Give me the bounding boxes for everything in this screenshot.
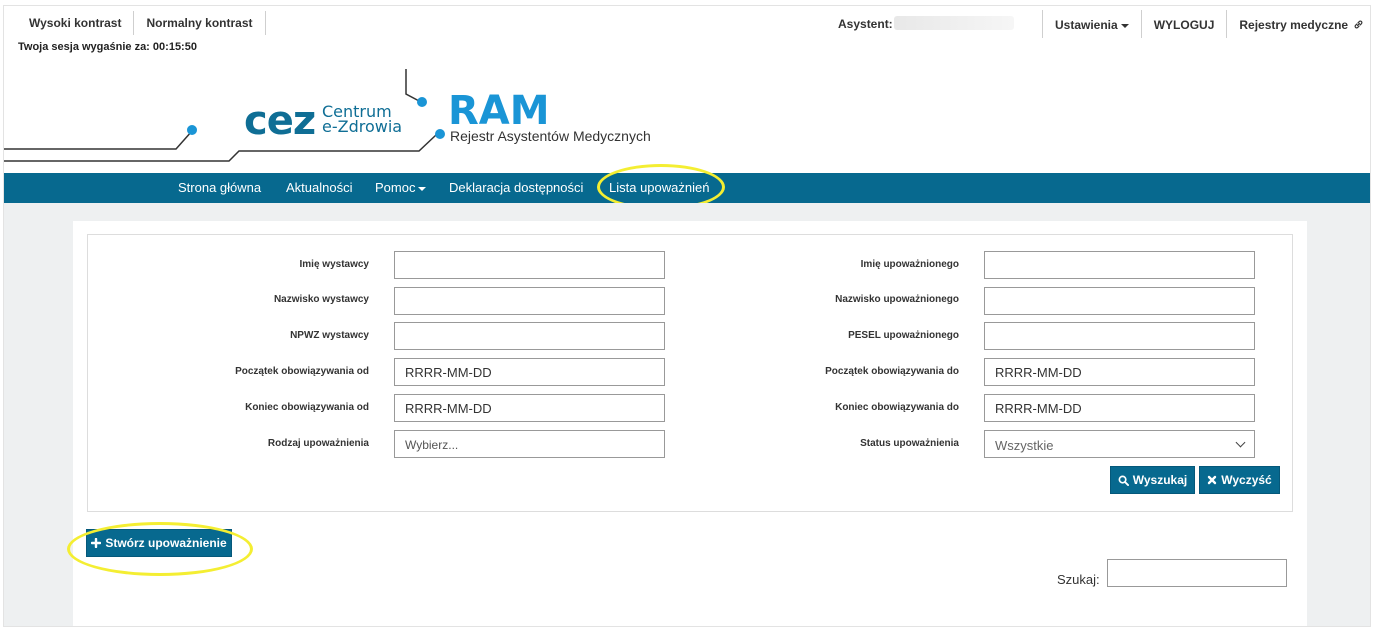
highlight-ellipse-create — [67, 522, 253, 576]
auth-type-select[interactable]: Wybierz... — [394, 430, 665, 458]
search-form: Imię wystawcy Nazwisko wystawcy NPWZ wys… — [87, 234, 1293, 512]
authorized-pesel-input[interactable] — [984, 322, 1255, 350]
chevron-down-icon — [1235, 437, 1246, 448]
auth-status-select[interactable]: Wszystkie — [984, 430, 1255, 458]
cez-logo-text: cez — [244, 98, 316, 144]
assistant-label: Asystent: — [838, 17, 893, 31]
session-timer: Twoja sesja wygaśnie za: 00:15:50 — [18, 41, 197, 53]
start-from-label: Początek obowiązywania od — [235, 366, 369, 377]
nav-help[interactable]: Pomoc — [375, 180, 427, 195]
contrast-switcher: Wysoki kontrast Normalny kontrast — [18, 11, 266, 35]
assistant-name-redacted — [894, 16, 1014, 30]
start-to-label: Początek obowiązywania do — [825, 366, 959, 377]
auth-status-label: Status upoważnienia — [860, 438, 959, 449]
medical-registers-link[interactable]: Rejestry medyczne — [1226, 10, 1370, 38]
issuer-last-name-input[interactable] — [394, 287, 665, 315]
nav-news[interactable]: Aktualności — [286, 180, 352, 195]
authorized-last-name-input[interactable] — [984, 287, 1255, 315]
settings-label: Ustawienia — [1055, 18, 1118, 32]
end-from-label: Koniec obowiązywania od — [245, 402, 369, 413]
logout-button[interactable]: WYLOGUJ — [1140, 10, 1227, 38]
issuer-last-name-label: Nazwisko wystawcy — [273, 294, 369, 305]
search-icon — [1118, 475, 1129, 486]
end-to-label: Koniec obowiązywania do — [835, 402, 959, 413]
start-to-date-input[interactable] — [984, 358, 1255, 386]
clear-button-label: Wyczyść — [1221, 473, 1272, 487]
issuer-npwz-label: NPWZ wystawcy — [290, 330, 369, 341]
link-icon — [1355, 20, 1363, 29]
auth-type-value: Wybierz... — [405, 438, 459, 452]
session-label: Twoja sesja wygaśnie za: — [18, 41, 150, 53]
close-icon — [1208, 475, 1217, 485]
issuer-first-name-label: Imię wystawcy — [299, 259, 369, 270]
nav-accessibility[interactable]: Deklaracja dostępności — [449, 180, 583, 195]
clear-button[interactable]: Wyczyść — [1199, 466, 1280, 494]
search-button-label: Wyszukaj — [1132, 473, 1188, 487]
auth-type-label: Rodzaj upoważnienia — [267, 438, 369, 449]
issuer-npwz-input[interactable] — [394, 322, 665, 350]
cez-name: Centrum e-Zdrowia — [322, 104, 403, 136]
page-frame: Wysoki kontrast Normalny kontrast Twoja … — [3, 5, 1371, 627]
nav-help-label: Pomoc — [375, 180, 416, 195]
high-contrast-button[interactable]: Wysoki kontrast — [18, 11, 135, 35]
authorized-last-name-label: Nazwisko upoważnionego — [835, 294, 959, 305]
nav-home[interactable]: Strona główna — [178, 180, 261, 195]
user-menu: Ustawienia WYLOGUJ Rejestry medyczne — [1042, 10, 1370, 38]
session-time: 00:15:50 — [152, 41, 197, 53]
cez-name-line2: e-Zdrowia — [322, 117, 403, 136]
chevron-down-icon — [1120, 23, 1129, 28]
start-from-date-input[interactable] — [394, 358, 665, 386]
table-search-input[interactable] — [1107, 559, 1287, 587]
chevron-down-icon — [418, 186, 427, 191]
authorized-pesel-label: PESEL upoważnionego — [848, 330, 959, 341]
issuer-first-name-input[interactable] — [394, 251, 665, 279]
authorized-first-name-input[interactable] — [984, 251, 1255, 279]
table-search-label: Szukaj: — [1057, 572, 1100, 587]
end-to-date-input[interactable] — [984, 394, 1255, 422]
end-from-date-input[interactable] — [394, 394, 665, 422]
auth-status-value: Wszystkie — [995, 438, 1054, 453]
medical-registers-label: Rejestry medyczne — [1239, 18, 1349, 32]
ram-subtitle: Rejestr Asystentów Medycznych — [450, 128, 651, 144]
search-button[interactable]: Wyszukaj — [1110, 466, 1195, 494]
authorized-first-name-label: Imię upoważnionego — [860, 259, 959, 270]
cez-logo: cez — [244, 98, 316, 144]
normal-contrast-button[interactable]: Normalny kontrast — [134, 11, 266, 35]
settings-dropdown[interactable]: Ustawienia — [1042, 10, 1141, 38]
